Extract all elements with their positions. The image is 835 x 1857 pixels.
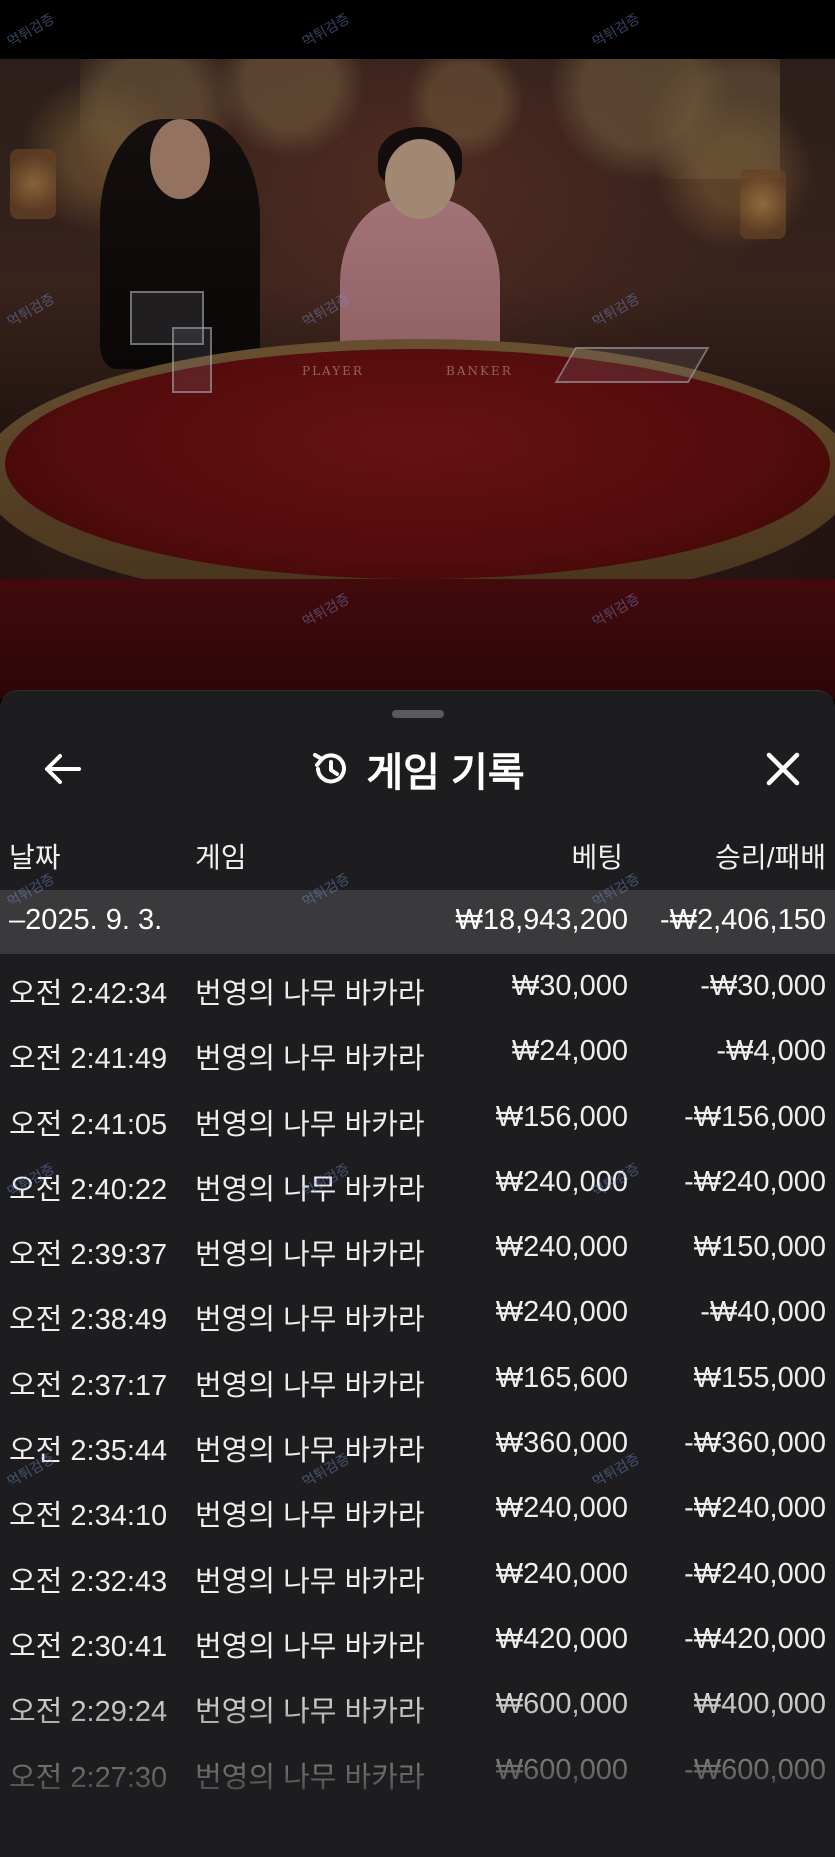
- row-game: 번영의 나무 바카라: [195, 1108, 425, 1141]
- history-row[interactable]: 오전 2:29:24 번영의 나무 바카라 ₩600,000 ₩400,000: [0, 1672, 835, 1737]
- row-bet: ₩240,000: [495, 1557, 628, 1590]
- row-game: 번영의 나무 바카라: [195, 1500, 425, 1533]
- row-win-loss: -₩240,000: [684, 1557, 826, 1590]
- close-button[interactable]: [743, 729, 823, 809]
- row-win-loss: ₩150,000: [693, 1231, 826, 1264]
- row-game: 번영의 나무 바카라: [195, 1043, 425, 1076]
- row-game: 번영의 나무 바카라: [195, 1369, 425, 1402]
- row-win-loss: -₩156,000: [684, 1100, 826, 1133]
- row-time: 오전 2:37:17: [9, 1369, 168, 1402]
- row-bet: ₩240,000: [495, 1296, 628, 1329]
- column-header-game: 게임: [195, 842, 247, 873]
- row-bet: ₩600,000: [495, 1688, 628, 1721]
- row-time: 오전 2:41:49: [9, 1043, 168, 1076]
- history-row[interactable]: 오전 2:39:37 번영의 나무 바카라 ₩240,000 ₩150,000: [0, 1215, 835, 1280]
- row-time: 오전 2:30:41: [9, 1630, 168, 1663]
- row-win-loss: -₩240,000: [684, 1165, 826, 1198]
- history-row[interactable]: 오전 2:32:43 번영의 나무 바카라 ₩240,000 -₩240,000: [0, 1542, 835, 1607]
- row-bet: ₩240,000: [495, 1231, 628, 1264]
- row-game: 번영의 나무 바카라: [195, 978, 425, 1010]
- date-group-win-loss-total: -₩2,406,150: [659, 904, 826, 936]
- row-time: 오전 2:42:34: [9, 978, 168, 1010]
- history-icon: [313, 753, 347, 784]
- row-time: 오전 2:39:37: [9, 1239, 168, 1272]
- row-bet: ₩360,000: [495, 1427, 628, 1460]
- row-win-loss: -₩30,000: [700, 970, 826, 1002]
- history-row[interactable]: 오전 2:27:30 번영의 나무 바카라 ₩600,000 -₩600,000: [0, 1738, 835, 1803]
- date-group-label: –2025. 9. 3.: [9, 904, 163, 936]
- row-win-loss: -₩240,000: [684, 1492, 826, 1525]
- history-row[interactable]: 오전 2:41:49 번영의 나무 바카라 ₩24,000 -₩4,000: [0, 1019, 835, 1084]
- date-group-row[interactable]: –2025. 9. 3. ₩18,943,200 -₩2,406,150: [0, 890, 835, 954]
- row-bet: ₩420,000: [495, 1622, 628, 1655]
- row-time: 오전 2:34:10: [9, 1500, 168, 1533]
- row-game: 번영의 나무 바카라: [195, 1239, 425, 1272]
- row-win-loss: ₩400,000: [693, 1688, 826, 1721]
- close-icon: [766, 752, 800, 786]
- drag-handle[interactable]: [392, 710, 444, 718]
- watermark: 먹튀검증: [589, 11, 643, 51]
- row-win-loss: -₩360,000: [684, 1427, 826, 1460]
- row-time: 오전 2:32:43: [9, 1565, 168, 1598]
- row-win-loss: -₩420,000: [684, 1622, 826, 1655]
- history-row[interactable]: 오전 2:30:41 번영의 나무 바카라 ₩420,000 -₩420,000: [0, 1607, 835, 1672]
- history-row[interactable]: 오전 2:41:05 번영의 나무 바카라 ₩156,000 -₩156,000: [0, 1085, 835, 1150]
- row-game: 번영의 나무 바카라: [195, 1630, 425, 1663]
- row-win-loss: -₩600,000: [684, 1753, 826, 1786]
- row-win-loss: -₩40,000: [700, 1296, 826, 1329]
- panel-title: 게임 기록: [366, 751, 525, 795]
- row-game: 번영의 나무 바카라: [195, 1435, 425, 1468]
- row-game: 번영의 나무 바카라: [195, 1696, 425, 1729]
- row-win-loss: -₩4,000: [716, 1035, 826, 1068]
- row-bet: ₩30,000: [511, 970, 628, 1002]
- game-history-panel: 게임 기록 날짜 게임 베팅 승리/패배 –2025. 9. 3. ₩18,94…: [0, 690, 835, 1857]
- column-headers: 날짜 게임 베팅 승리/패배: [0, 836, 835, 876]
- history-row[interactable]: 오전 2:40:22 번영의 나무 바카라 ₩240,000 -₩240,000: [0, 1150, 835, 1215]
- column-header-date: 날짜: [9, 842, 61, 873]
- row-bet: ₩600,000: [495, 1753, 628, 1786]
- row-time: 오전 2:29:24: [9, 1696, 168, 1729]
- row-time: 오전 2:41:05: [9, 1108, 168, 1141]
- history-row[interactable]: 오전 2:42:34 번영의 나무 바카라 ₩30,000 -₩30,000: [0, 954, 835, 1019]
- live-video-feed: PLAYER BANKER: [0, 59, 835, 699]
- row-game: 번영의 나무 바카라: [195, 1565, 425, 1598]
- column-header-win-loss: 승리/패배: [715, 842, 826, 873]
- row-time: 오전 2:38:49: [9, 1304, 168, 1337]
- row-game: 번영의 나무 바카라: [195, 1761, 425, 1794]
- row-bet: ₩24,000: [511, 1035, 628, 1068]
- history-row[interactable]: 오전 2:37:17 번영의 나무 바카라 ₩165,600 ₩155,000: [0, 1346, 835, 1411]
- row-win-loss: ₩155,000: [693, 1361, 826, 1394]
- watermark: 먹튀검증: [299, 11, 353, 51]
- row-bet: ₩240,000: [495, 1492, 628, 1525]
- row-time: 오전 2:27:30: [9, 1761, 168, 1794]
- watermark: 먹튀검증: [4, 11, 58, 51]
- history-row[interactable]: 오전 2:35:44 번영의 나무 바카라 ₩360,000 -₩360,000: [0, 1411, 835, 1476]
- history-list: 오전 2:42:34 번영의 나무 바카라 ₩30,000 -₩30,000 오전 2:…: [0, 954, 835, 1803]
- row-bet: ₩156,000: [495, 1100, 628, 1133]
- row-game: 번영의 나무 바카라: [195, 1304, 425, 1337]
- column-header-bet: 베팅: [571, 842, 623, 873]
- panel-header: 게임 기록: [0, 729, 835, 809]
- history-row[interactable]: 오전 2:38:49 번영의 나무 바카라 ₩240,000 -₩40,000: [0, 1280, 835, 1345]
- history-row[interactable]: 오전 2:34:10 번영의 나무 바카라 ₩240,000 -₩240,000: [0, 1476, 835, 1541]
- row-bet: ₩165,600: [495, 1361, 628, 1394]
